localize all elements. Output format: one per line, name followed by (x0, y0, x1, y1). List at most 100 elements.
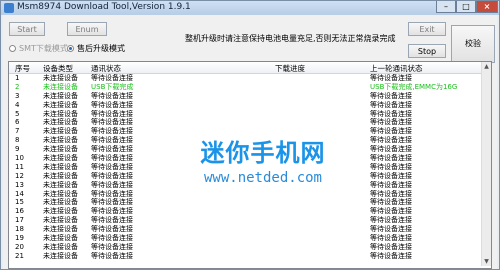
after-sale-mode-radio[interactable]: 售后升级模式 (67, 43, 125, 54)
cell-no: 10 (15, 154, 24, 163)
cell-comm: 等待设备连接 (91, 74, 133, 82)
radio-indicator (9, 45, 16, 52)
cell-comm: 等待设备连接 (91, 207, 133, 216)
cell-type: 未连接设备 (43, 207, 78, 216)
table-row[interactable]: 19 未连接设备 等待设备连接 等待设备连接 (9, 234, 481, 243)
cell-comm: 等待设备连接 (91, 145, 133, 154)
cell-type: 未连接设备 (43, 136, 78, 145)
cell-no: 11 (15, 162, 24, 171)
cell-type: 未连接设备 (43, 74, 78, 82)
cell-type: 未连接设备 (43, 82, 78, 91)
table-row[interactable]: 3 未连接设备 等待设备连接 等待设备连接 (9, 92, 481, 101)
title-bar[interactable]: Msm8974 Download Tool,Version 1.9.1 – □ … (1, 1, 499, 15)
cell-last: 等待设备连接 (370, 242, 412, 251)
table-row[interactable]: 18 未连接设备 等待设备连接 等待设备连接 (9, 225, 481, 234)
table-row[interactable]: 1 未连接设备 等待设备连接 等待设备连接 (9, 74, 481, 83)
table-row[interactable]: 17 未连接设备 等待设备连接 等待设备连接 (9, 216, 481, 225)
scroll-up-arrow-icon[interactable]: ▲ (483, 63, 490, 70)
cell-comm: 等待设备连接 (91, 162, 133, 171)
vertical-scrollbar[interactable]: ▲ ▼ (481, 62, 491, 266)
app-icon (4, 3, 14, 13)
cell-comm: USB下载完成 (91, 82, 134, 91)
cell-last: 等待设备连接 (370, 171, 412, 180)
cell-last: USB下载完成,EMMC为16G (370, 82, 458, 91)
cell-last: 等待设备连接 (370, 207, 412, 216)
cell-no: 20 (15, 242, 24, 251)
cell-no: 13 (15, 180, 24, 189)
cell-comm: 等待设备连接 (91, 251, 133, 260)
cell-last: 等待设备连接 (370, 100, 412, 109)
cell-last: 等待设备连接 (370, 145, 412, 154)
cell-no: 6 (15, 118, 20, 127)
cell-no: 18 (15, 225, 24, 234)
cell-no: 15 (15, 198, 24, 207)
cell-comm: 等待设备连接 (91, 154, 133, 163)
cell-last: 等待设备连接 (370, 74, 412, 82)
cell-last: 等待设备连接 (370, 136, 412, 145)
cell-type: 未连接设备 (43, 225, 78, 234)
cell-no: 8 (15, 136, 20, 145)
cell-comm: 等待设备连接 (91, 91, 133, 100)
scroll-down-arrow-icon[interactable]: ▼ (483, 258, 490, 265)
cell-no: 12 (15, 171, 24, 180)
col-header-comm[interactable]: 通讯状态 (91, 63, 121, 74)
radio-indicator-selected (67, 45, 74, 52)
table-row[interactable]: 6 未连接设备 等待设备连接 等待设备连接 (9, 118, 481, 127)
cell-comm: 等待设备连接 (91, 180, 133, 189)
cell-type: 未连接设备 (43, 100, 78, 109)
table-row[interactable]: 4 未连接设备 等待设备连接 等待设备连接 (9, 101, 481, 110)
cell-no: 3 (15, 91, 20, 100)
col-header-last-status[interactable]: 上一轮通讯状态 (370, 63, 423, 74)
verify-button[interactable]: 校验 (451, 25, 495, 63)
cell-comm: 等待设备连接 (91, 100, 133, 109)
cell-last: 等待设备连接 (370, 180, 412, 189)
cell-type: 未连接设备 (43, 234, 78, 243)
cell-no: 2 (15, 82, 20, 91)
col-header-type[interactable]: 设备类型 (43, 63, 73, 74)
cell-no: 1 (15, 74, 20, 82)
cell-comm: 等待设备连接 (91, 127, 133, 136)
cell-last: 等待设备连接 (370, 154, 412, 163)
cell-type: 未连接设备 (43, 216, 78, 225)
cell-no: 19 (15, 234, 24, 243)
after-sale-mode-label: 售后升级模式 (77, 44, 125, 53)
col-header-no[interactable]: 序号 (15, 63, 30, 74)
watermark-url: www.netded.com (203, 170, 322, 186)
cell-no: 4 (15, 100, 20, 109)
cell-comm: 等待设备连接 (91, 242, 133, 251)
exit-button[interactable]: Exit (408, 22, 446, 36)
watermark-logo: 迷你手机网 (200, 139, 326, 167)
cell-last: 等待设备连接 (370, 225, 412, 234)
watermark: 迷你手机网 www.netded.com (188, 133, 338, 186)
enum-button[interactable]: Enum (67, 22, 107, 36)
table-row[interactable]: 16 未连接设备 等待设备连接 等待设备连接 (9, 207, 481, 216)
close-button[interactable]: × (476, 1, 498, 13)
list-header: 序号 设备类型 通讯状态 下载进度 上一轮通讯状态 (9, 62, 481, 74)
client-area: Start Enum Exit Stop 校验 整机升级时请注意保持电池电量充足… (3, 15, 497, 269)
cell-type: 未连接设备 (43, 127, 78, 136)
cell-comm: 等待设备连接 (91, 171, 133, 180)
maximize-button[interactable]: □ (456, 1, 476, 13)
cell-type: 未连接设备 (43, 242, 78, 251)
cell-comm: 等待设备连接 (91, 234, 133, 243)
smt-mode-label: SMT下载模式 (19, 44, 68, 53)
table-row[interactable]: 21 未连接设备 等待设备连接 等待设备连接 (9, 252, 481, 261)
window-title: Msm8974 Download Tool,Version 1.9.1 (17, 2, 191, 12)
col-header-progress[interactable]: 下载进度 (275, 63, 305, 74)
cell-type: 未连接设备 (43, 162, 78, 171)
table-row[interactable]: 20 未连接设备 等待设备连接 等待设备连接 (9, 243, 481, 252)
start-button[interactable]: Start (9, 22, 45, 36)
cell-no: 16 (15, 207, 24, 216)
cell-no: 21 (15, 251, 24, 260)
cell-no: 9 (15, 145, 20, 154)
smt-mode-radio[interactable]: SMT下载模式 (9, 43, 68, 54)
stop-button[interactable]: Stop (408, 44, 446, 58)
cell-last: 等待设备连接 (370, 127, 412, 136)
cell-type: 未连接设备 (43, 145, 78, 154)
cell-comm: 等待设备连接 (91, 216, 133, 225)
cell-type: 未连接设备 (43, 180, 78, 189)
table-row[interactable]: 2 未连接设备 USB下载完成 USB下载完成,EMMC为16G (9, 83, 481, 92)
cell-last: 等待设备连接 (370, 216, 412, 225)
cell-no: 7 (15, 127, 20, 136)
minimize-button[interactable]: – (436, 1, 456, 13)
